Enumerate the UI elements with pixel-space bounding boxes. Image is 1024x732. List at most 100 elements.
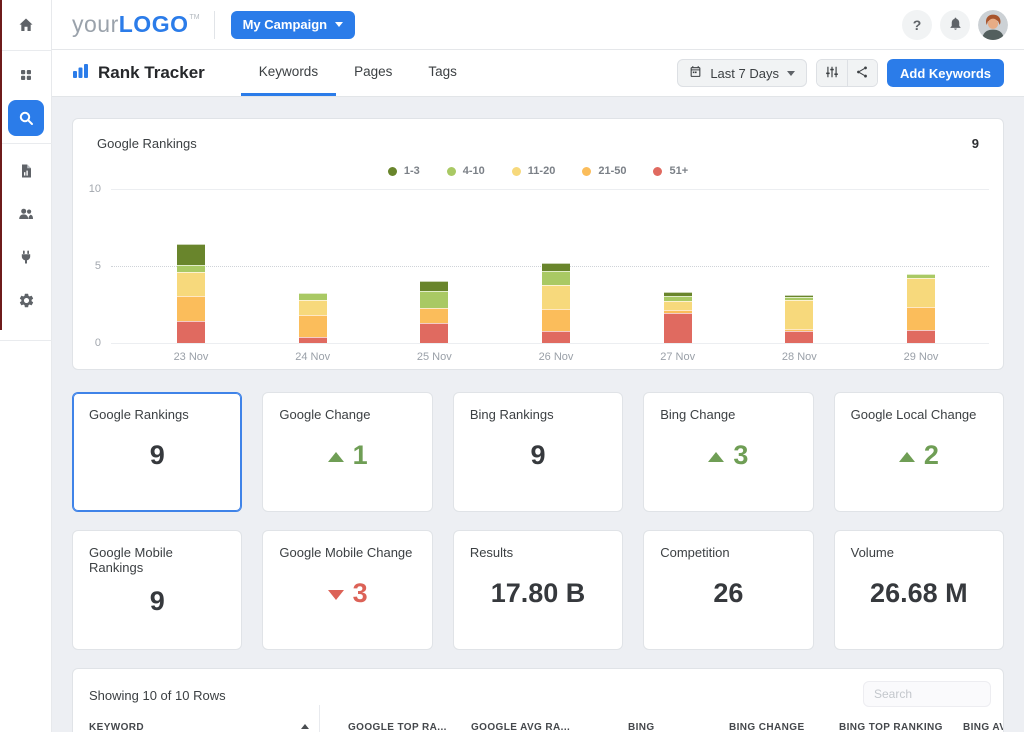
campaign-selector-button[interactable]: My Campaign (231, 11, 356, 39)
logo: yourLOGOTM (72, 13, 200, 36)
sidebar-divider-mid (0, 143, 52, 144)
integrations-button[interactable] (8, 239, 44, 275)
add-keywords-button[interactable]: Add Keywords (887, 59, 1004, 87)
bar-segment-51+ (420, 323, 448, 343)
stat-card-google-mobile-rankings[interactable]: Google Mobile Rankings9 (72, 530, 242, 650)
column-header-keyword[interactable]: KEYWORD (89, 722, 144, 732)
x-axis-label: 24 Nov (278, 351, 348, 363)
bar-segment-51+ (177, 321, 205, 343)
column-header-bing-avg[interactable]: BING AVG... (963, 722, 1004, 732)
share-button[interactable] (847, 60, 877, 86)
tab-pages[interactable]: Pages (336, 50, 410, 96)
logo-prefix: your (72, 13, 119, 36)
chart-plot: 051023 Nov24 Nov25 Nov26 Nov27 Nov28 Nov… (111, 189, 989, 343)
bar-segment-21-50 (177, 296, 205, 321)
date-range-button[interactable]: Last 7 Days (677, 59, 807, 87)
legend-item-1-3[interactable]: 1-3 (388, 165, 420, 177)
stat-card-google-mobile-change[interactable]: Google Mobile Change3 (262, 530, 432, 650)
stat-card-google-local-change[interactable]: Google Local Change2 (834, 392, 1004, 512)
y-axis-tick-5: 5 (77, 260, 101, 272)
bell-icon (948, 16, 963, 34)
legend-label: 1-3 (404, 165, 420, 177)
stat-card-value: 2 (924, 440, 939, 471)
google-rankings-chart-card: Google Rankings 9 1-34-1011-2021-5051+ 0… (72, 118, 1004, 370)
document-icon (18, 163, 34, 179)
campaign-label: My Campaign (243, 17, 328, 32)
stat-card-value: 9 (531, 440, 546, 471)
home-button[interactable] (8, 7, 44, 43)
search-nav-button[interactable] (8, 100, 44, 136)
column-header-google-top-ra[interactable]: GOOGLE TOP RA... (348, 722, 447, 732)
stat-card-bing-rankings[interactable]: Bing Rankings9 (453, 392, 623, 512)
x-axis-label: 23 Nov (156, 351, 226, 363)
legend-item-4-10[interactable]: 4-10 (447, 165, 485, 177)
share-icon (855, 65, 869, 82)
bar-segment-51+ (664, 313, 692, 343)
column-header-bing-top-ranking[interactable]: BING TOP RANKING (839, 722, 943, 732)
people-icon (17, 205, 35, 223)
sort-asc-icon[interactable] (301, 724, 309, 729)
tab-tags[interactable]: Tags (410, 50, 475, 96)
y-axis-tick-10: 10 (77, 183, 101, 195)
column-header-bing-change[interactable]: BING CHANGE (729, 722, 805, 732)
keywords-table-card: Showing 10 of 10 Rows KEYWORD GOOGLE TOP … (72, 668, 1004, 732)
stacked-bar-26-nov (542, 263, 570, 343)
legend-item-11-20[interactable]: 11-20 (512, 165, 556, 177)
stat-card-value-wrap: 26.68 M (851, 552, 987, 635)
stat-card-value: 17.80 B (491, 578, 586, 609)
bar-segment-1-3 (420, 281, 448, 291)
stat-card-value: 26.68 M (870, 578, 968, 609)
chevron-down-icon (335, 22, 343, 27)
legend-item-51+[interactable]: 51+ (653, 165, 688, 177)
bar-segment-21-50 (542, 309, 570, 331)
stat-card-google-change[interactable]: Google Change1 (262, 392, 432, 512)
stat-card-value-wrap: 9 (89, 567, 225, 635)
reports-button[interactable] (8, 153, 44, 189)
bar-segment-1-3 (542, 263, 570, 271)
calendar-icon (689, 65, 702, 81)
avatar-image (978, 10, 1008, 40)
filter-columns-button[interactable] (817, 60, 847, 86)
bar-segment-11-20 (907, 278, 935, 306)
search-input[interactable] (863, 681, 991, 707)
stat-card-value-wrap: 26 (660, 552, 796, 635)
legend-item-21-50[interactable]: 21-50 (582, 165, 626, 177)
table-header-row: KEYWORD GOOGLE TOP RA... GOOGLE AVG RA... B… (73, 717, 1003, 732)
stat-card-volume[interactable]: Volume26.68 M (834, 530, 1004, 650)
bar-segment-11-20 (785, 300, 813, 329)
stat-cards-row-2: Google Mobile Rankings9Google Mobile Cha… (72, 530, 1004, 650)
sidebar (0, 0, 52, 732)
notifications-button[interactable] (940, 10, 970, 40)
stacked-bar-29-nov (907, 274, 935, 343)
question-mark-icon: ? (913, 17, 922, 33)
bar-segment-51+ (299, 337, 327, 343)
column-header-bing[interactable]: BING (628, 722, 655, 732)
row-count-label: Showing 10 of 10 Rows (89, 688, 226, 703)
tab-keywords[interactable]: Keywords (241, 50, 336, 96)
legend-dot-icon (447, 167, 456, 176)
stat-card-competition[interactable]: Competition26 (643, 530, 813, 650)
stat-card-value: 3 (353, 578, 368, 609)
stat-card-google-rankings[interactable]: Google Rankings9 (72, 392, 242, 512)
apps-button[interactable] (8, 57, 44, 93)
users-button[interactable] (8, 196, 44, 232)
column-header-google-avg-ra[interactable]: GOOGLE AVG RA... (471, 722, 570, 732)
sidebar-divider-top (0, 50, 52, 51)
user-avatar[interactable] (978, 10, 1008, 40)
legend-dot-icon (653, 167, 662, 176)
stat-card-value-wrap: 9 (89, 414, 225, 497)
stacked-bar-23-nov (177, 244, 205, 343)
stacked-bar-27-nov (664, 292, 692, 343)
bar-segment-11-20 (299, 300, 327, 315)
bar-segment-11-20 (177, 272, 205, 296)
legend-label: 11-20 (528, 165, 556, 177)
settings-button[interactable] (8, 282, 44, 318)
help-button[interactable]: ? (902, 10, 932, 40)
sliders-icon (825, 65, 839, 82)
date-range-label: Last 7 Days (710, 66, 779, 81)
stat-card-bing-change[interactable]: Bing Change3 (643, 392, 813, 512)
legend-dot-icon (388, 167, 397, 176)
stat-card-results[interactable]: Results17.80 B (453, 530, 623, 650)
stacked-bar-25-nov (420, 281, 448, 343)
stat-card-value: 9 (150, 586, 165, 617)
